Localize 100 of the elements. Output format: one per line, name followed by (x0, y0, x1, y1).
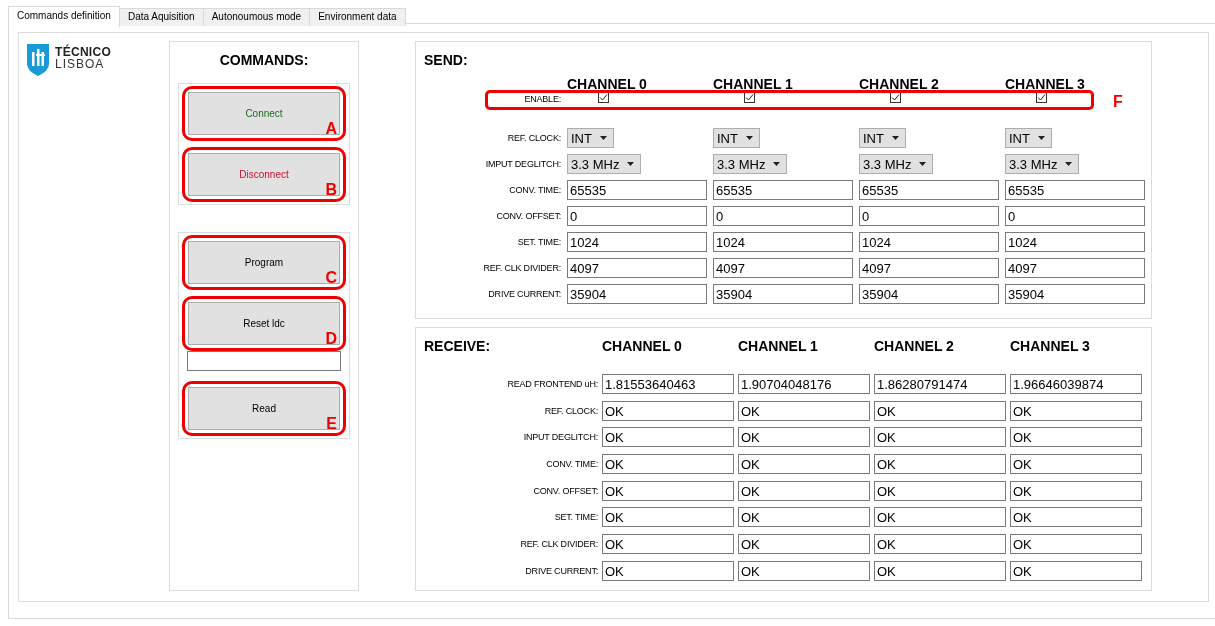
output-field: OK (602, 454, 734, 475)
input-field[interactable]: 1024 (1005, 232, 1145, 252)
field-label: SET. TIME: (553, 512, 598, 523)
input-field[interactable]: 0 (859, 206, 999, 226)
caret-icon (599, 136, 607, 140)
output-field: OK (874, 427, 1006, 448)
tab[interactable]: Commands definition (8, 6, 120, 27)
output-field: OK (1010, 507, 1142, 528)
caret-icon (1065, 162, 1073, 166)
field-label: REF. CLOCK: (506, 133, 561, 143)
output-field: OK (602, 480, 734, 501)
output-field: OK (874, 454, 1006, 475)
output-field: OK (1010, 534, 1142, 555)
checkbox[interactable] (598, 92, 609, 103)
caret-icon (627, 162, 635, 166)
dropdown[interactable]: 3.3 MHz (567, 154, 642, 174)
caret-icon (891, 136, 899, 140)
checkbox[interactable] (744, 92, 755, 103)
channel-heading: CHANNEL 0 (567, 76, 648, 92)
output-field: 1.90704048176 (738, 374, 870, 394)
dropdown[interactable]: INT (859, 128, 906, 148)
field-label: DRIVE CURRENT: (524, 565, 598, 576)
caret-icon (745, 136, 753, 140)
dropdown[interactable]: 3.3 MHz (1005, 154, 1080, 174)
field-label: ENABLE: (523, 94, 561, 104)
input-field[interactable]: 4097 (567, 258, 707, 278)
checkbox[interactable] (1036, 92, 1047, 103)
input-field[interactable] (187, 351, 341, 371)
callout-letter: A (325, 121, 337, 137)
input-field[interactable]: 35904 (567, 284, 707, 304)
output-field: OK (1010, 400, 1142, 421)
field-label: REF. CLOCK: (543, 405, 598, 416)
input-field[interactable]: 4097 (859, 258, 999, 278)
input-field[interactable]: 0 (713, 206, 853, 226)
field-label: INPUT DEGLITCH: (522, 432, 598, 443)
dropdown[interactable]: INT (1005, 128, 1052, 148)
caret-icon (1037, 136, 1045, 140)
tab[interactable]: Autonoumous mode (202, 8, 311, 26)
output-field: OK (1010, 480, 1142, 501)
output-field: OK (738, 454, 870, 475)
output-field: OK (874, 534, 1006, 555)
dropdown[interactable]: INT (567, 128, 614, 148)
caret-icon (773, 162, 781, 166)
input-field[interactable]: 35904 (713, 284, 853, 304)
dropdown[interactable]: INT (713, 128, 760, 148)
channel-heading: CHANNEL 3 (1005, 76, 1086, 92)
field-label: REF. CLK DIVIDER: (519, 539, 598, 550)
output-field: OK (738, 560, 870, 581)
output-field: OK (874, 507, 1006, 528)
input-field[interactable]: 65535 (859, 180, 999, 200)
callout-letter: D (325, 331, 337, 347)
field-label: IMPUT DEGLITCH: (484, 159, 561, 169)
input-field[interactable]: 35904 (1005, 284, 1145, 304)
output-field: OK (874, 400, 1006, 421)
input-field[interactable]: 0 (1005, 206, 1145, 226)
section-title: RECEIVE: (423, 338, 492, 354)
field-label: CONV. OFFSET: (495, 211, 561, 221)
field-label: CONV. OFFSET: (532, 485, 598, 496)
channel-heading: CHANNEL 2 (874, 338, 955, 354)
input-field[interactable]: 65535 (1005, 180, 1145, 200)
output-field: OK (1010, 427, 1142, 448)
output-field: OK (874, 560, 1006, 581)
input-field[interactable]: 35904 (859, 284, 999, 304)
dropdown[interactable]: 3.3 MHz (859, 154, 934, 174)
input-field[interactable]: 1024 (713, 232, 853, 252)
caret-icon (919, 162, 927, 166)
channel-heading: CHANNEL 1 (713, 76, 794, 92)
field-label: DRIVE CURRENT: (487, 289, 561, 299)
output-field: OK (738, 480, 870, 501)
shield-logo-icon (27, 44, 49, 76)
input-field[interactable]: 4097 (713, 258, 853, 278)
output-field: OK (602, 400, 734, 421)
output-field: OK (1010, 560, 1142, 581)
output-field: OK (738, 400, 870, 421)
field-label: SET. TIME: (516, 237, 561, 247)
field-label: CONV. TIME: (508, 185, 561, 195)
output-field: OK (602, 427, 734, 448)
checkbox[interactable] (890, 92, 901, 103)
input-field[interactable]: 0 (567, 206, 707, 226)
section-title: SEND: (423, 52, 469, 68)
output-field: OK (874, 480, 1006, 501)
output-field: OK (738, 534, 870, 555)
input-field[interactable]: 65535 (713, 180, 853, 200)
input-field[interactable]: 1024 (567, 232, 707, 252)
input-field[interactable]: 65535 (567, 180, 707, 200)
tab[interactable]: Data Aquisition (118, 8, 204, 26)
channel-heading: CHANNEL 2 (859, 76, 940, 92)
output-field: OK (602, 507, 734, 528)
output-field: 1.96646039874 (1010, 374, 1142, 394)
input-field[interactable]: 4097 (1005, 258, 1145, 278)
dropdown[interactable]: 3.3 MHz (713, 154, 788, 174)
field-label: REF. CLK DIVIDER: (482, 263, 561, 273)
output-field: OK (1010, 454, 1142, 475)
callout-letter: F (1113, 93, 1123, 111)
output-field: 1.81553640463 (602, 374, 734, 394)
output-field: OK (602, 534, 734, 555)
panel-title: COMMANDS: (219, 52, 309, 68)
input-field[interactable]: 1024 (859, 232, 999, 252)
tab[interactable]: Environment data (309, 8, 406, 26)
callout-letter: E (326, 416, 337, 432)
